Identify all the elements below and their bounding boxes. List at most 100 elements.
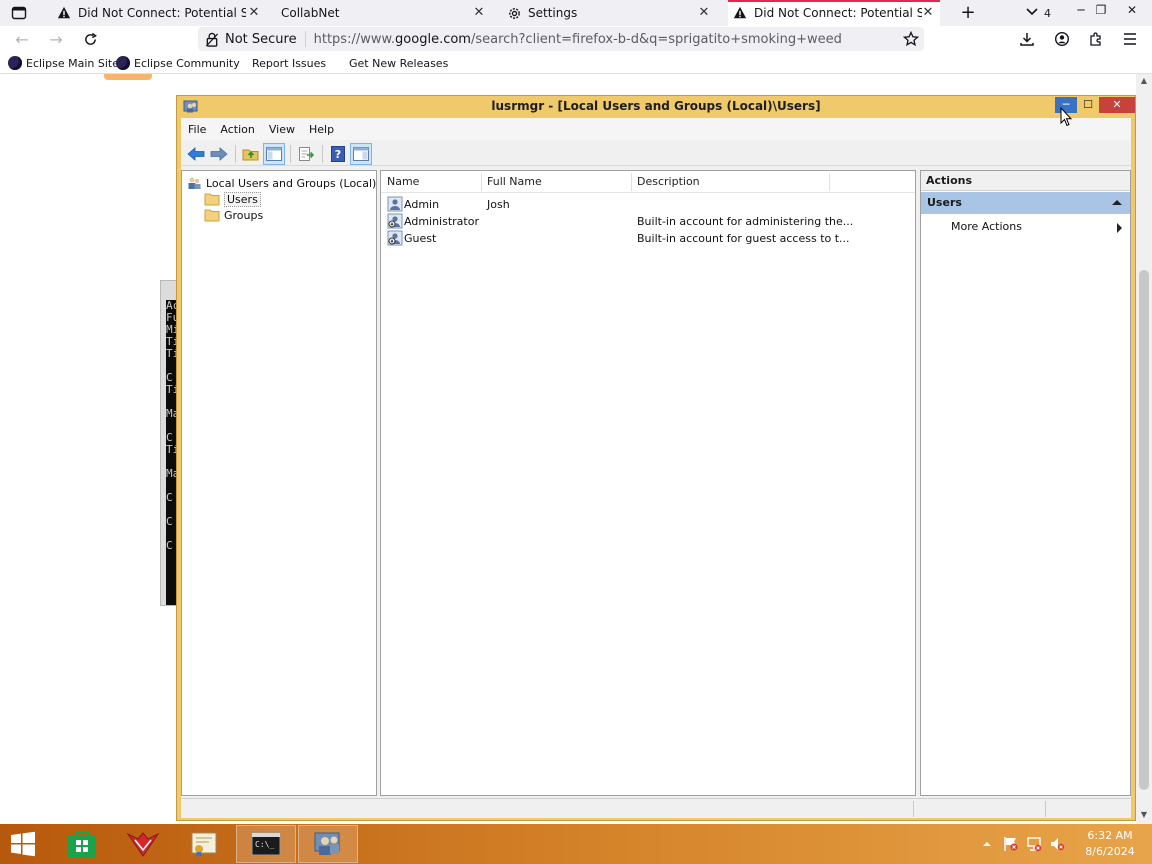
back-arrow-icon[interactable]: [185, 143, 207, 165]
downloads-icon[interactable]: [1017, 29, 1037, 49]
actions-section-users[interactable]: Users: [921, 192, 1130, 214]
store-icon: [68, 831, 96, 858]
account-icon[interactable]: [1052, 29, 1072, 49]
browser-minimize-button[interactable]: ─: [1073, 2, 1089, 18]
show-hide-console-tree-icon[interactable]: [263, 142, 285, 165]
tab-close-icon[interactable]: ✕: [696, 5, 712, 21]
insecure-lock-icon[interactable]: [204, 31, 220, 47]
browser-tab-bar: Did Not Connect: Potential Security Issu…: [0, 0, 1152, 26]
warning-icon: [56, 5, 72, 21]
reload-icon[interactable]: [80, 29, 100, 49]
svg-text:C:\_: C:\_: [255, 840, 274, 849]
window-title: lusrmgr - [Local Users and Groups (Local…: [491, 99, 821, 113]
browser-restore-button[interactable]: ❐: [1093, 2, 1109, 18]
table-row[interactable]: Administrator Built-in account for admin…: [385, 213, 915, 230]
menu-view[interactable]: View: [262, 123, 302, 136]
system-clock[interactable]: 6:32 AM 8/6/2024: [1080, 828, 1140, 860]
certificate-icon: [191, 832, 217, 857]
new-tab-button[interactable]: +: [958, 2, 978, 24]
show-hidden-icons-chevron-icon[interactable]: [978, 835, 996, 853]
network-icon[interactable]: [1025, 835, 1043, 853]
eclipse-logo-icon: [116, 56, 130, 70]
column-divider[interactable]: [631, 173, 632, 191]
bookmark-get-new-releases[interactable]: Get New Releases: [349, 55, 448, 71]
action-center-flag-icon[interactable]: [1002, 835, 1020, 853]
bookmark-star-icon[interactable]: [902, 30, 920, 48]
windows-logo-icon: [11, 831, 35, 857]
tab-security-issue-1[interactable]: Did Not Connect: Potential Security Issu…: [56, 0, 262, 26]
help-icon[interactable]: ?: [327, 143, 349, 165]
bookmark-eclipse-main-site[interactable]: Eclipse Main Site: [8, 55, 119, 71]
cell-full-name: Josh: [487, 198, 510, 211]
column-header-name[interactable]: Name: [387, 175, 419, 188]
firefox-view-icon[interactable]: [8, 3, 30, 23]
column-header-description[interactable]: Description: [637, 175, 700, 188]
taskbar-command-prompt[interactable]: C:\_: [236, 825, 296, 863]
bookmark-label: Report Issues: [252, 56, 327, 70]
tab-security-issue-2[interactable]: Did Not Connect: Potential Security Issu…: [728, 0, 940, 26]
close-button[interactable]: ✕: [1099, 97, 1135, 113]
forward-arrow-icon[interactable]: [208, 143, 230, 165]
tree-node-groups[interactable]: Groups: [204, 207, 263, 223]
browser-close-button[interactable]: ✕: [1124, 2, 1140, 18]
status-bar: [181, 798, 1131, 818]
taskbar-lusrmgr[interactable]: [298, 825, 358, 863]
table-row[interactable]: Admin Josh: [385, 196, 915, 213]
window-client-area: File Action View Help ? Local Users and …: [181, 118, 1131, 818]
list-all-tabs-button[interactable]: 4: [1026, 4, 1051, 22]
scroll-up-arrow-icon[interactable]: ▲: [1138, 76, 1150, 86]
up-one-level-icon[interactable]: [240, 143, 262, 165]
window-title-bar[interactable]: lusrmgr - [Local Users and Groups (Local…: [177, 96, 1135, 118]
console-tree: Local Users and Groups (Local) Users Gro…: [181, 170, 377, 796]
tab-collabnet[interactable]: CollabNet ✕: [281, 0, 487, 26]
folder-icon: [204, 191, 220, 207]
tree-node-users[interactable]: Users: [204, 191, 261, 207]
tab-close-icon[interactable]: ✕: [920, 5, 936, 21]
column-divider[interactable]: [829, 173, 830, 191]
taskbar-app-fox[interactable]: [113, 825, 173, 863]
extensions-icon[interactable]: [1086, 29, 1106, 49]
more-actions-item[interactable]: More Actions: [951, 220, 1022, 233]
scroll-down-arrow-icon[interactable]: ▼: [1138, 810, 1150, 820]
tree-root-local-users-and-groups[interactable]: Local Users and Groups (Local): [186, 175, 376, 191]
column-header-full-name[interactable]: Full Name: [487, 175, 542, 188]
toolbar-separator: [322, 144, 323, 163]
eclipse-logo-icon: [8, 56, 22, 70]
submenu-arrow-icon[interactable]: [1117, 223, 1122, 233]
url-prefix: https://www.: [313, 31, 396, 47]
url-bar[interactable]: Not Secure https://www.google.com/search…: [198, 27, 924, 51]
back-arrow-icon[interactable]: ←: [12, 29, 32, 49]
clock-time: 6:32 AM: [1087, 829, 1133, 842]
actions-header: Actions: [921, 171, 1130, 191]
cell-name: Administrator: [404, 215, 479, 228]
menu-hamburger-icon[interactable]: [1120, 29, 1140, 49]
menu-action[interactable]: Action: [213, 123, 261, 136]
menu-file[interactable]: File: [181, 123, 213, 136]
scrollbar-thumb[interactable]: [1139, 270, 1149, 790]
page-orange-element: [104, 74, 152, 80]
tab-close-icon[interactable]: ✕: [471, 5, 487, 21]
tab-close-icon[interactable]: ✕: [246, 5, 262, 21]
column-divider[interactable]: [481, 173, 482, 191]
bookmark-report-issues[interactable]: Report Issues: [252, 55, 326, 71]
export-list-icon[interactable]: [295, 143, 317, 165]
toolbar: ?: [181, 142, 1131, 166]
url-domain: google.com: [395, 31, 471, 47]
forward-arrow-icon[interactable]: →: [46, 29, 66, 49]
collapse-caret-icon[interactable]: [1112, 200, 1122, 205]
bookmark-eclipse-community[interactable]: Eclipse Community: [116, 55, 240, 71]
volume-muted-icon[interactable]: [1048, 835, 1066, 853]
maximize-button[interactable]: ☐: [1077, 97, 1099, 113]
show-hide-action-pane-icon[interactable]: [350, 142, 372, 165]
tree-label: Groups: [224, 208, 264, 222]
taskbar-store[interactable]: [52, 825, 112, 863]
table-row[interactable]: Guest Built-in account for guest access …: [385, 230, 915, 247]
url-text[interactable]: https://www.google.com/search?client=fir…: [314, 32, 842, 47]
folder-icon: [204, 207, 220, 223]
menu-help[interactable]: Help: [302, 123, 341, 136]
cell-description: Built-in account for administering the..…: [637, 215, 854, 228]
taskbar-certificate-app[interactable]: [174, 825, 234, 863]
tab-settings[interactable]: Settings ✕: [506, 0, 712, 26]
page-scrollbar[interactable]: ▲ ▼: [1136, 74, 1152, 824]
start-button[interactable]: [6, 830, 40, 858]
